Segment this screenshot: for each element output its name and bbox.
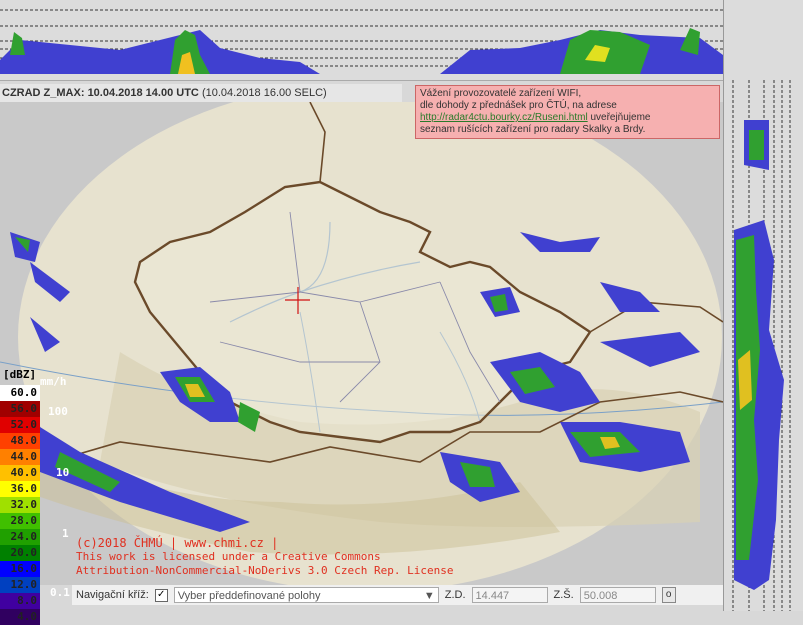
position-select-value: Vyber předdefinované polohy bbox=[177, 590, 321, 602]
longitude-label: Z.D. bbox=[444, 589, 466, 601]
legend-level: 24.0 bbox=[0, 529, 40, 545]
position-select[interactable]: Vyber předdefinované polohy ▼ bbox=[173, 587, 439, 603]
legend-level: 48.0 bbox=[0, 433, 40, 449]
chevron-down-icon: ▼ bbox=[423, 590, 435, 602]
copyright-notice: (c)2018 ČHMÚ | www.chmi.cz | This work i… bbox=[76, 536, 454, 578]
legend-level: 32.0 bbox=[0, 497, 40, 513]
side-cross-section-strip bbox=[723, 0, 803, 611]
notice-line3-tail: uveřejňujeme bbox=[587, 112, 651, 123]
legend-level: 44.0 bbox=[0, 449, 40, 465]
copyright-line2: This work is licensed under a Creative C… bbox=[76, 550, 381, 563]
legend-level: 56.0 bbox=[0, 401, 40, 417]
rain-unit: mm/h bbox=[40, 375, 67, 388]
legend-level: 40.0 bbox=[0, 465, 40, 481]
copyright-line3: Attribution-NonCommercial-NoDerivs 3.0 C… bbox=[76, 564, 454, 577]
legend-level: 20.0 bbox=[0, 545, 40, 561]
latitude-label: Z.Š. bbox=[553, 589, 574, 601]
legend-level: 12.0 bbox=[0, 577, 40, 593]
legend-level: 52.0 bbox=[0, 417, 40, 433]
rain-mark-100: 100 bbox=[48, 405, 68, 418]
nav-cross-label: Navigační kříž: bbox=[76, 589, 149, 601]
top-cross-section-strip bbox=[0, 0, 723, 81]
datetime-utc: 10.04.2018 14.00 UTC bbox=[87, 87, 199, 99]
longitude-field[interactable]: 14.447 bbox=[471, 587, 548, 603]
nav-cross-checkbox[interactable]: ✓ bbox=[154, 588, 168, 602]
radar-product-title: CZRAD Z_MAX: 10.04.2018 14.00 UTC (10.04… bbox=[0, 84, 402, 102]
legend-level: 28.0 bbox=[0, 513, 40, 529]
radar-map[interactable] bbox=[0, 102, 723, 585]
top-cross-section-chart bbox=[0, 9, 723, 74]
go-button[interactable]: o bbox=[661, 587, 676, 603]
legend-level: 16.0 bbox=[0, 561, 40, 577]
bottom-control-bar: Navigační kříž: ✓ Vyber předdefinované p… bbox=[72, 585, 723, 605]
legend-level: 60.0 bbox=[0, 385, 40, 401]
legend-level: 4.0 bbox=[0, 609, 40, 625]
notice-link[interactable]: http://radar4ctu.bourky.cz/Ruseni.html bbox=[420, 112, 588, 123]
wifi-notice: Vážení provozovatelé zařízení WIFI, dle … bbox=[415, 85, 720, 139]
dbz-legend: 60.0 56.0 52.0 48.0 44.0 40.0 36.0 32.0 28.0 24.0… bbox=[0, 370, 40, 625]
notice-line2: dle dohody z přednášek pro ČTÚ, na adres… bbox=[420, 100, 617, 111]
side-cross-section-chart bbox=[732, 80, 791, 611]
rain-mark-10: 10 bbox=[56, 466, 70, 479]
rain-mark-1: 1 bbox=[62, 527, 69, 540]
datetime-local: (10.04.2018 16.00 SELC) bbox=[201, 87, 327, 99]
notice-line4: seznam rušících zařízení pro radary Skal… bbox=[420, 124, 646, 135]
product-name: CZRAD Z_MAX: bbox=[2, 87, 85, 99]
notice-line1: Vážení provozovatelé zařízení WIFI, bbox=[420, 88, 582, 99]
legend-level: 8.0 bbox=[0, 593, 40, 609]
rain-mark-0-1: 0.1 bbox=[50, 586, 70, 599]
copyright-line1[interactable]: (c)2018 ČHMÚ | www.chmi.cz | bbox=[76, 536, 454, 550]
legend-level: 36.0 bbox=[0, 481, 40, 497]
latitude-field[interactable]: 50.008 bbox=[579, 587, 656, 603]
